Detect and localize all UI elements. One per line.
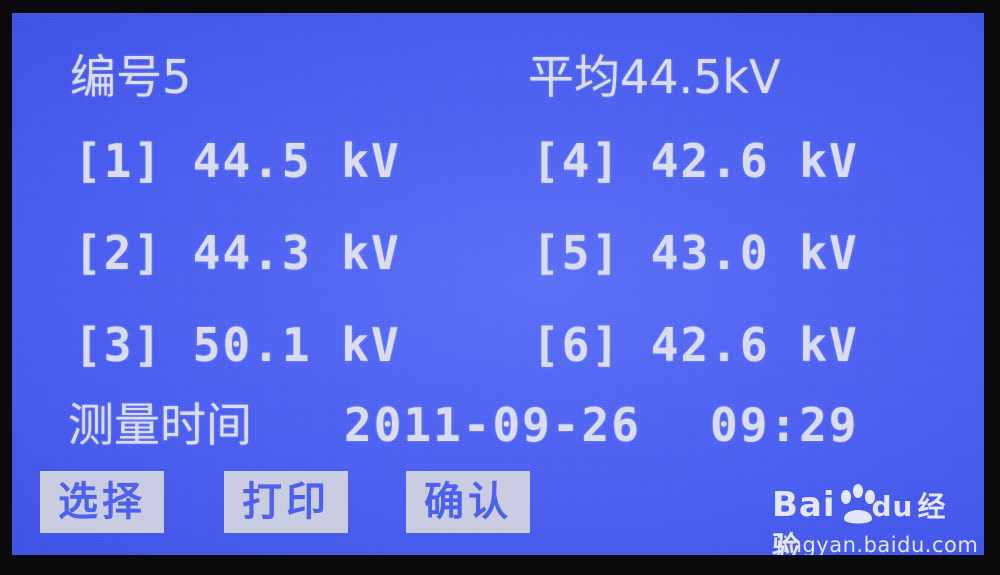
- paw-icon: [841, 484, 875, 524]
- reading-unit: kV: [799, 134, 859, 188]
- reading-value: 44.3: [192, 226, 312, 280]
- select-softkey[interactable]: 选择: [40, 471, 164, 533]
- reading-unit: kV: [799, 318, 859, 372]
- reading-1: [1] 44.5 kV: [74, 135, 401, 187]
- average-voltage-label: 平均44.5kV: [528, 50, 781, 104]
- measurement-time: 09:29: [710, 398, 859, 452]
- reading-value: 50.1: [192, 318, 312, 372]
- reading-index: [2]: [74, 226, 164, 280]
- device-number-label: 编号5: [70, 50, 192, 104]
- reading-index: [1]: [74, 134, 164, 188]
- reading-3: [3] 50.1 kV: [74, 319, 401, 371]
- baidu-jingyan-watermark: Bai du 经验 jingyan.baidu.com: [772, 483, 978, 555]
- reading-value: 44.5: [192, 134, 312, 188]
- reading-4: [4] 42.6 kV: [532, 135, 859, 187]
- reading-unit: kV: [799, 226, 859, 280]
- reading-unit: kV: [341, 226, 401, 280]
- print-softkey[interactable]: 打印: [224, 471, 348, 533]
- reading-value: 42.6: [650, 318, 770, 372]
- reading-index: [3]: [74, 318, 164, 372]
- lcd-screen: 编号5 平均44.5kV [1] 44.5 kV [2] 44.3 kV [3]…: [12, 13, 984, 555]
- reading-index: [5]: [532, 226, 622, 280]
- measurement-date: 2011-09-26: [344, 398, 641, 452]
- reading-2: [2] 44.3 kV: [74, 227, 401, 279]
- measurement-time-label: 测量时间: [68, 398, 252, 452]
- reading-5: [5] 43.0 kV: [532, 227, 859, 279]
- reading-unit: kV: [341, 318, 401, 372]
- reading-6: [6] 42.6 kV: [532, 319, 859, 371]
- reading-value: 43.0: [650, 226, 770, 280]
- reading-index: [6]: [532, 318, 622, 372]
- watermark-brand-bai: Bai: [772, 485, 836, 525]
- reading-value: 42.6: [650, 134, 770, 188]
- reading-index: [4]: [532, 134, 622, 188]
- reading-unit: kV: [341, 134, 401, 188]
- watermark-url: jingyan.baidu.com: [776, 533, 979, 555]
- confirm-softkey[interactable]: 确认: [406, 471, 530, 533]
